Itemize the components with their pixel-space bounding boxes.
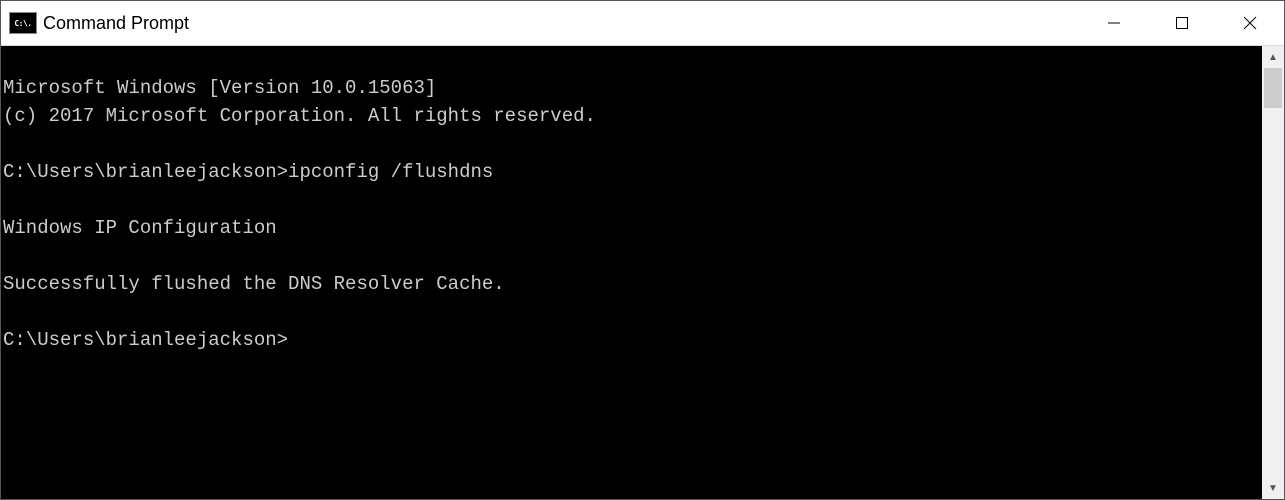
terminal-area: Microsoft Windows [Version 10.0.15063] (…: [1, 46, 1284, 499]
vertical-scrollbar[interactable]: ▲ ▼: [1262, 46, 1284, 499]
window-controls: [1080, 1, 1284, 45]
terminal-line: Successfully flushed the DNS Resolver Ca…: [3, 273, 505, 295]
terminal-line: C:\Users\brianleejackson>: [3, 329, 288, 351]
titlebar[interactable]: C:\. Command Prompt: [1, 1, 1284, 46]
cmd-icon-glyph: C:\.: [14, 19, 31, 28]
window-title: Command Prompt: [43, 13, 189, 34]
maximize-icon: [1175, 16, 1189, 30]
scroll-up-button[interactable]: ▲: [1262, 46, 1284, 68]
terminal-line: Microsoft Windows [Version 10.0.15063]: [3, 77, 436, 99]
close-icon: [1243, 16, 1257, 30]
terminal-line: Windows IP Configuration: [3, 217, 277, 239]
command-prompt-window: C:\. Command Prompt Microsoft Windows [V…: [0, 0, 1285, 500]
close-button[interactable]: [1216, 1, 1284, 45]
chevron-down-icon: ▼: [1268, 483, 1278, 494]
cmd-icon: C:\.: [9, 12, 37, 34]
chevron-up-icon: ▲: [1268, 52, 1278, 63]
terminal-output[interactable]: Microsoft Windows [Version 10.0.15063] (…: [1, 46, 1262, 499]
terminal-line: C:\Users\brianleejackson>ipconfig /flush…: [3, 161, 493, 183]
scroll-track[interactable]: [1262, 68, 1284, 477]
terminal-line: (c) 2017 Microsoft Corporation. All righ…: [3, 105, 596, 127]
scroll-down-button[interactable]: ▼: [1262, 477, 1284, 499]
maximize-button[interactable]: [1148, 1, 1216, 45]
minimize-button[interactable]: [1080, 1, 1148, 45]
scroll-thumb[interactable]: [1264, 68, 1282, 108]
minimize-icon: [1107, 16, 1121, 30]
